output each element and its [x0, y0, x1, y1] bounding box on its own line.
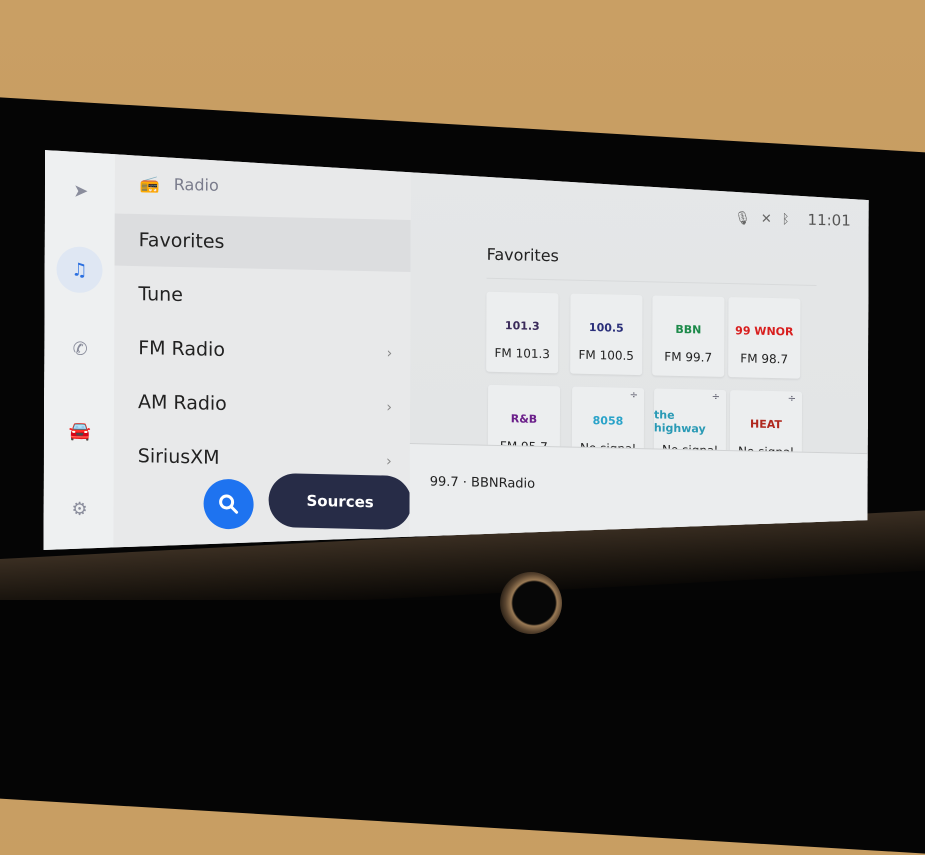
station-label: FM 101.3: [494, 345, 550, 362]
tile-menu-icon[interactable]: ÷: [712, 392, 720, 403]
station-logo: 8058: [592, 413, 624, 428]
now-playing-text: 99.7 · BBNRadio: [429, 474, 536, 492]
favorites-panel: 🎙 ✕ ᛒ 11:01 Favorites 101.3 FM 101.3 100.5…: [409, 158, 869, 568]
station-logo: BBN: [675, 322, 702, 336]
menu-item-tune[interactable]: Tune: [114, 268, 410, 327]
station-tile[interactable]: 99 WNOR FM 98.7: [728, 297, 800, 379]
station-logo: 99 WNOR: [735, 323, 794, 338]
station-logo: the highway: [653, 408, 706, 436]
station-logo: HEAT: [749, 417, 782, 431]
navigation-arrow-icon[interactable]: ➤: [63, 172, 99, 209]
phone-icon[interactable]: ✆: [62, 330, 98, 367]
menu-header: 📻 Radio: [140, 174, 219, 195]
menu-item-am-radio[interactable]: AM Radio ›: [114, 376, 410, 435]
lower-console: [0, 600, 925, 700]
station-label: FM 100.5: [578, 347, 634, 363]
menu-item-fm-radio[interactable]: FM Radio ›: [114, 322, 410, 381]
station-tile[interactable]: 101.3 FM 101.3: [486, 292, 558, 374]
menu-item-favorites[interactable]: Favorites: [115, 214, 411, 273]
station-logo: 100.5: [588, 320, 624, 335]
microphone-icon: 🎙: [734, 210, 751, 227]
car-icon[interactable]: 🚘: [62, 412, 98, 449]
radio-menu: 📻 Radio Favorites Tune FM Radio › AM Radi…: [113, 152, 411, 559]
divider: [487, 278, 817, 286]
search-button[interactable]: [204, 479, 254, 530]
tile-menu-icon[interactable]: ÷: [788, 393, 796, 404]
no-connection-icon: ✕: [760, 211, 772, 227]
menu-title: Radio: [173, 174, 219, 195]
station-logo: 101.3: [504, 318, 540, 333]
station-tile[interactable]: BBN FM 99.7: [652, 295, 724, 377]
station-label: FM 98.7: [740, 351, 789, 367]
tile-menu-icon[interactable]: ÷: [630, 390, 638, 401]
music-note-icon[interactable]: ♫: [56, 246, 102, 293]
chevron-right-icon: ›: [386, 399, 393, 416]
favorites-title: Favorites: [486, 244, 559, 266]
bluetooth-icon: ᛒ: [781, 211, 790, 227]
sources-button[interactable]: Sources: [269, 473, 412, 530]
clock: 11:01: [807, 210, 851, 230]
radio-icon: 📻: [139, 174, 160, 194]
status-bar: 🎙 ✕ ᛒ 11:01: [734, 209, 851, 230]
station-logo: R&B: [510, 411, 538, 426]
station-tile[interactable]: 100.5 FM 100.5: [570, 294, 642, 376]
chevron-right-icon: ›: [386, 345, 393, 362]
gear-icon[interactable]: ⚙: [61, 490, 97, 527]
station-label: FM 99.7: [664, 349, 713, 365]
infotainment-screen: ➤ ♫ ✆ 🚘 ⚙ 📻 Radio Favorites Tune FM Radi…: [43, 150, 869, 568]
chevron-right-icon: ›: [386, 453, 392, 470]
app-rail: ➤ ♫ ✆ 🚘 ⚙: [43, 150, 115, 552]
search-icon: [217, 492, 241, 517]
volume-knob[interactable]: [500, 572, 562, 634]
